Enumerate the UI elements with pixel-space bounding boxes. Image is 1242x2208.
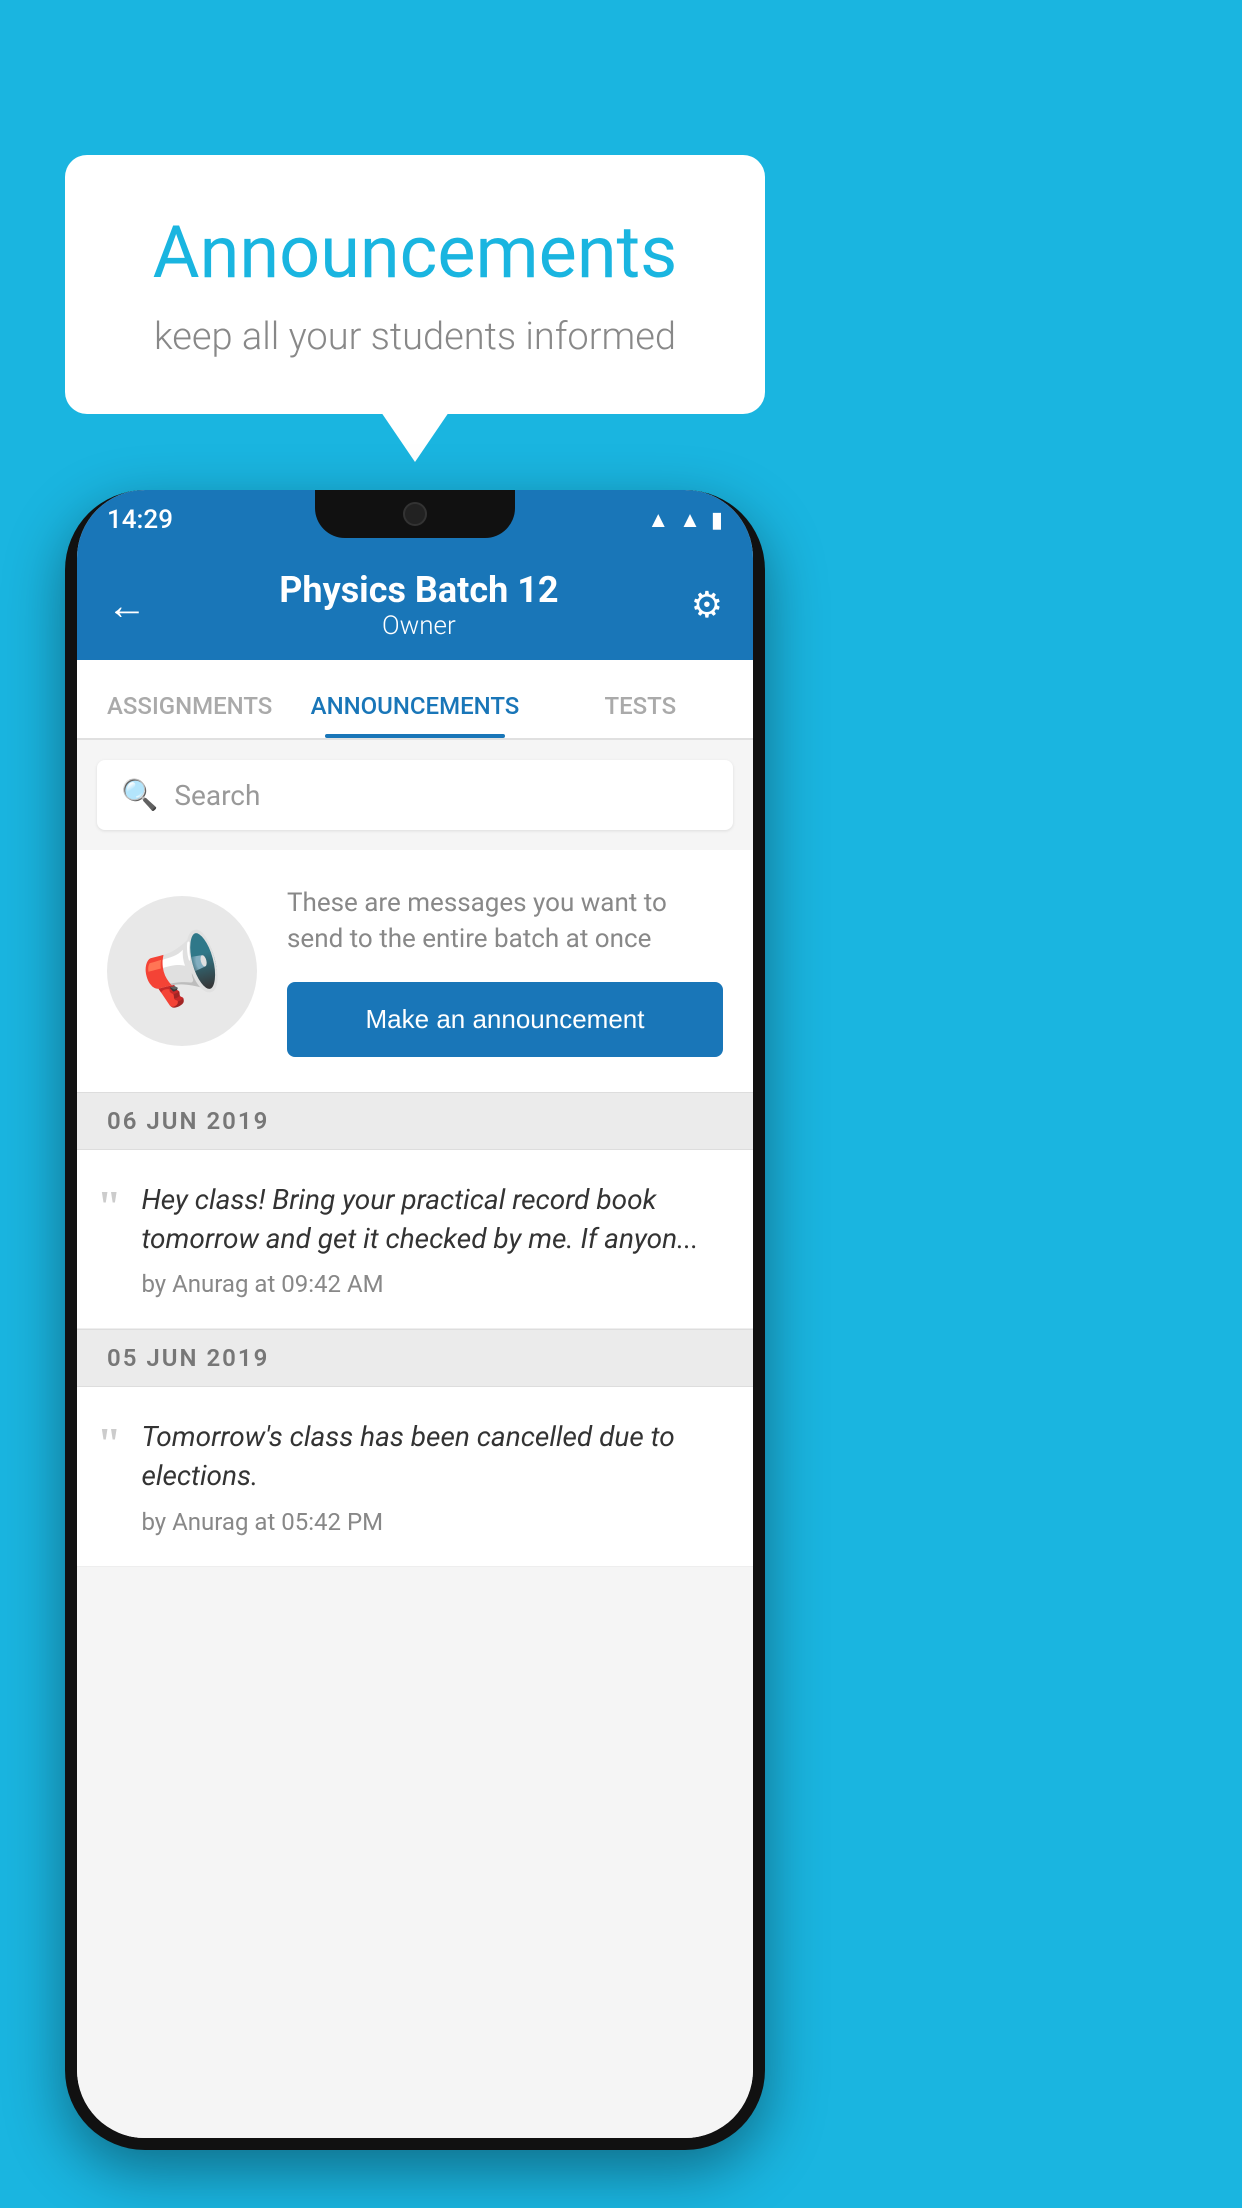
phone-frame: 14:29 ▲ ▲ ▮ ← Physics Batch 12 Owner ⚙ A… <box>65 490 765 2150</box>
status-time: 14:29 <box>107 505 173 535</box>
search-bar[interactable]: 🔍 Search <box>97 760 733 830</box>
announcement-text-2: Tomorrow's class has been cancelled due … <box>141 1417 723 1495</box>
announcement-text-1: Hey class! Bring your practical record b… <box>141 1180 723 1258</box>
announcement-meta-2: by Anurag at 05:42 PM <box>141 1508 383 1536</box>
announcement-item-1[interactable]: " Hey class! Bring your practical record… <box>77 1150 753 1329</box>
announcement-item-2[interactable]: " Tomorrow's class has been cancelled du… <box>77 1387 753 1566</box>
search-icon: 🔍 <box>121 778 158 813</box>
date-separator-2: 05 JUN 2019 <box>77 1329 753 1387</box>
phone-notch <box>315 490 515 538</box>
quote-icon-2: " <box>97 1417 121 1466</box>
phone-screen: 14:29 ▲ ▲ ▮ ← Physics Batch 12 Owner ⚙ A… <box>77 490 753 2138</box>
app-bar-title: Physics Batch 12 <box>147 569 691 611</box>
announcement-prompt: 📢 These are messages you want to send to… <box>77 850 753 1092</box>
megaphone-icon: 📢 <box>134 924 230 1017</box>
back-button[interactable]: ← <box>107 582 147 629</box>
settings-button[interactable]: ⚙ <box>691 584 723 626</box>
announcement-meta-1: by Anurag at 09:42 AM <box>141 1270 383 1298</box>
tab-tests[interactable]: TESTS <box>528 692 753 738</box>
status-icons: ▲ ▲ ▮ <box>647 507 723 533</box>
tabs-bar: ASSIGNMENTS ANNOUNCEMENTS TESTS <box>77 660 753 740</box>
speech-bubble-container: Announcements keep all your students inf… <box>65 155 765 414</box>
announcement-right: These are messages you want to send to t… <box>287 885 723 1057</box>
tab-announcements[interactable]: ANNOUNCEMENTS <box>302 692 527 738</box>
app-bar-title-section: Physics Batch 12 Owner <box>147 569 691 641</box>
announcement-icon-circle: 📢 <box>107 896 257 1046</box>
announcement-description: These are messages you want to send to t… <box>287 885 723 958</box>
announcement-content-2: Tomorrow's class has been cancelled due … <box>141 1417 723 1535</box>
front-camera <box>403 502 427 526</box>
bubble-subtitle: keep all your students informed <box>125 315 705 359</box>
wifi-icon: ▲ <box>647 507 669 533</box>
tab-assignments[interactable]: ASSIGNMENTS <box>77 692 302 738</box>
date-separator-1: 06 JUN 2019 <box>77 1092 753 1150</box>
content-area: 🔍 Search 📢 These are messages you want t… <box>77 740 753 2138</box>
battery-icon: ▮ <box>711 508 723 533</box>
search-placeholder: Search <box>174 779 260 812</box>
app-bar-subtitle: Owner <box>147 611 691 641</box>
app-bar: ← Physics Batch 12 Owner ⚙ <box>77 550 753 660</box>
announcement-content-1: Hey class! Bring your practical record b… <box>141 1180 723 1298</box>
bubble-title: Announcements <box>125 210 705 295</box>
quote-icon-1: " <box>97 1180 121 1229</box>
speech-bubble: Announcements keep all your students inf… <box>65 155 765 414</box>
make-announcement-button[interactable]: Make an announcement <box>287 982 723 1057</box>
signal-icon: ▲ <box>679 507 701 533</box>
